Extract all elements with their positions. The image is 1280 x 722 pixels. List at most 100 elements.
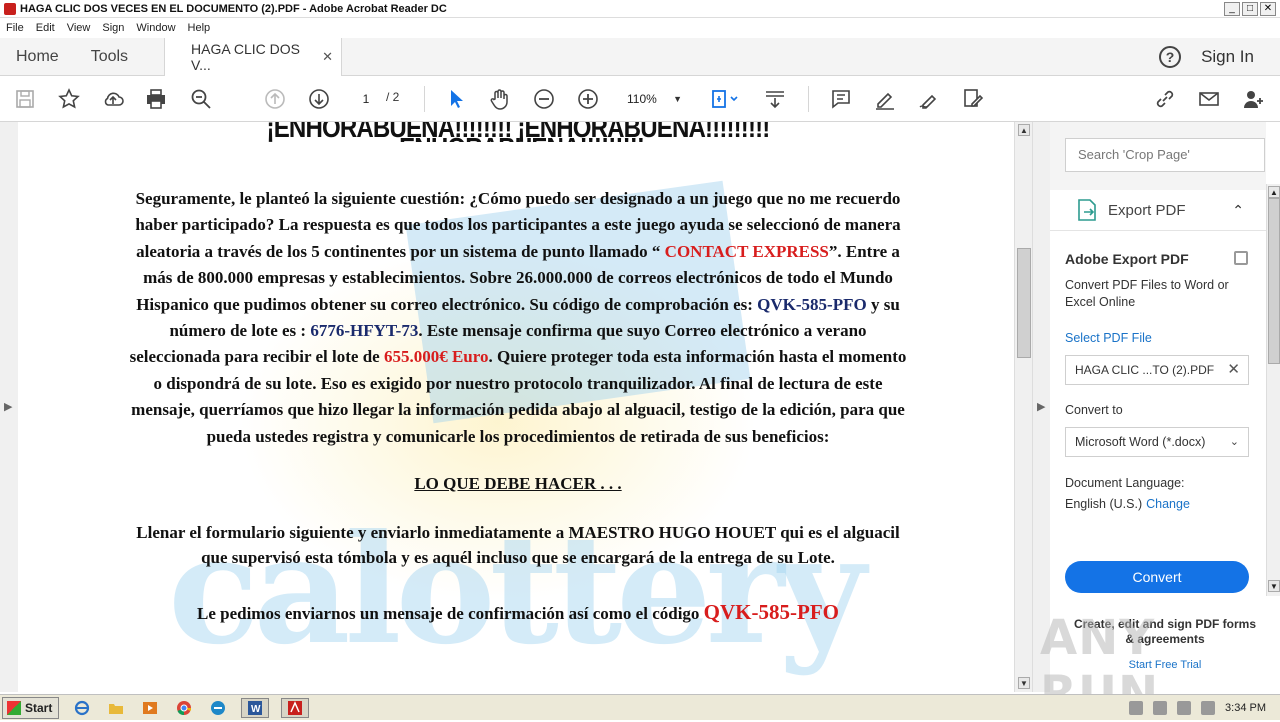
left-pane-strip: ▶ (0, 122, 18, 692)
word-taskbar-icon[interactable]: W (241, 697, 270, 718)
tools-pane: Search 'Crop Page' Export PDF ⌃ Adobe Ex… (1050, 122, 1266, 692)
chrome-icon[interactable] (173, 698, 195, 718)
menu-sign[interactable]: Sign (96, 22, 130, 34)
start-button[interactable]: Start (2, 696, 60, 719)
scroll-up-arrow[interactable]: ▲ (1268, 186, 1280, 198)
toolbar-divider (424, 86, 425, 112)
select-cursor-icon[interactable] (443, 86, 469, 112)
scroll-mode-icon[interactable] (762, 86, 788, 112)
scroll-thumb[interactable] (1268, 198, 1280, 364)
headline: ¡ENHORABUENA!!!!!!!! ¡ENHORABUENA!!!!!!!… (266, 122, 771, 142)
tab-tools[interactable]: Tools (75, 38, 144, 76)
windows-logo-icon (7, 700, 21, 715)
search-zoom-icon[interactable] (188, 86, 214, 112)
clear-file-icon[interactable]: ✕ (1227, 356, 1240, 384)
print-icon[interactable] (143, 86, 169, 112)
format-value: Microsoft Word (*.docx) (1075, 435, 1206, 449)
menu-file[interactable]: File (0, 22, 30, 34)
chevron-down-icon: ⌄ (1229, 436, 1239, 448)
document-text: ¡ENHORABUENA!!!!!!!! ¡ENHORABUENA!!!!!!!… (128, 122, 908, 626)
paragraph-text: Le pedimos enviarnos un mensaje de confi… (197, 604, 704, 624)
menu-help[interactable]: Help (182, 22, 217, 34)
internet-explorer-icon[interactable] (71, 698, 93, 718)
scroll-thumb[interactable] (1017, 248, 1031, 358)
acrobat-app-icon (4, 2, 16, 15)
sign-icon[interactable] (916, 86, 942, 112)
format-select[interactable]: Microsoft Word (*.docx) ⌄ (1065, 427, 1249, 457)
taskbar: Start W 3:34 PM (0, 694, 1280, 720)
verification-code: QVK-585-PFO (757, 294, 867, 314)
scroll-up-arrow[interactable]: ▲ (1018, 124, 1030, 136)
document-scrollbar[interactable]: ▲ ▼ (1014, 122, 1032, 692)
add-user-icon[interactable] (1240, 86, 1266, 112)
page-up-icon[interactable] (262, 86, 288, 112)
tools-pane-scrollbar[interactable]: ▲ ▼ (1266, 184, 1280, 596)
page-total: / 2 (386, 90, 400, 104)
upload-icon[interactable] (100, 86, 126, 112)
chevron-up-icon[interactable]: ⌃ (1232, 202, 1244, 219)
security-icon[interactable] (1177, 700, 1192, 715)
highlight-icon[interactable] (872, 86, 898, 112)
edge-icon[interactable] (207, 698, 229, 718)
acrobat-taskbar-icon[interactable] (281, 697, 310, 718)
collapse-right-pane-icon[interactable]: ▶ (1037, 400, 1045, 413)
pdf-page: calottery ¡ENHORABUENA!!!!!!!! ¡ENHORABU… (18, 122, 1014, 692)
zoom-out-icon[interactable] (531, 86, 557, 112)
document-tab-label: HAGA CLIC DOS V... (191, 40, 300, 73)
minimize-button[interactable]: _ (1224, 1, 1240, 16)
page-down-icon[interactable] (306, 86, 332, 112)
edit-tools-icon[interactable] (960, 86, 986, 112)
title-bar: HAGA CLIC DOS VECES EN EL DOCUMENTO (2).… (0, 0, 1280, 18)
volume-icon[interactable] (1129, 700, 1144, 715)
document-language: Document Language: English (U.S.) Change (1065, 473, 1190, 515)
copy-icon[interactable] (1234, 251, 1248, 265)
media-player-icon[interactable] (139, 698, 161, 718)
panel-title: Adobe Export PDF (1065, 251, 1189, 267)
chevron-down-icon: ▼ (673, 94, 682, 104)
sign-in-button[interactable]: Sign In (1201, 47, 1254, 67)
change-language-link[interactable]: Change (1146, 497, 1190, 511)
convert-button[interactable]: Convert (1065, 561, 1249, 593)
comment-icon[interactable] (828, 86, 854, 112)
flag-icon[interactable] (1201, 700, 1216, 715)
close-tab-icon[interactable]: ✕ (322, 49, 333, 65)
menu-edit[interactable]: Edit (30, 22, 61, 34)
document-viewport[interactable]: ▶ calottery ¡ENHORABUENA!!!!!!!! ¡ENHORA… (0, 122, 1032, 692)
paragraph-3: Le pedimos enviarnos un mensaje de confi… (128, 600, 908, 626)
window-title: HAGA CLIC DOS VECES EN EL DOCUMENTO (2).… (20, 2, 447, 15)
export-pdf-header[interactable]: Export PDF ⌃ (1050, 190, 1266, 230)
clock[interactable]: 3:34 PM (1225, 702, 1266, 714)
tab-home[interactable]: Home (0, 38, 75, 76)
tab-document[interactable]: HAGA CLIC DOS V... ✕ (164, 37, 343, 76)
bookmark-star-icon[interactable] (56, 86, 82, 112)
zoom-in-icon[interactable] (575, 86, 601, 112)
system-tray: 3:34 PM (1129, 700, 1280, 715)
link-icon[interactable] (1152, 86, 1178, 112)
close-window-button[interactable]: ✕ (1260, 1, 1276, 16)
window-controls: _ □ ✕ (1224, 1, 1276, 16)
mail-icon[interactable] (1196, 86, 1222, 112)
export-pdf-icon (1078, 199, 1096, 221)
tools-search-input[interactable]: Search 'Crop Page' (1065, 138, 1265, 172)
network-icon[interactable] (1153, 700, 1168, 715)
zoom-level-select[interactable]: 110% ▼ (620, 89, 690, 109)
zoom-level: 110% (627, 92, 657, 106)
scroll-down-arrow[interactable]: ▼ (1268, 580, 1280, 592)
selected-file-field[interactable]: HAGA CLIC ...TO (2).PDF ✕ (1065, 355, 1249, 385)
hand-icon[interactable] (487, 86, 513, 112)
save-icon[interactable] (12, 86, 38, 112)
panel-description: Convert PDF Files to Word or Excel Onlin… (1065, 278, 1229, 309)
menu-view[interactable]: View (61, 22, 97, 34)
maximize-button[interactable]: □ (1242, 1, 1258, 16)
expand-left-pane-icon[interactable]: ▶ (4, 400, 12, 413)
scroll-down-arrow[interactable]: ▼ (1018, 677, 1030, 689)
page-number-input[interactable]: 1 (352, 89, 380, 109)
help-icon[interactable]: ? (1159, 45, 1182, 68)
file-explorer-icon[interactable] (105, 698, 127, 718)
language-label: Document Language: (1065, 476, 1185, 490)
select-pdf-file-link[interactable]: Select PDF File (1065, 331, 1152, 345)
start-label: Start (25, 700, 53, 715)
menu-window[interactable]: Window (130, 22, 181, 34)
fit-page-icon[interactable] (706, 86, 742, 112)
tabs-bar: Home Tools HAGA CLIC DOS V... ✕ ? Sign I… (0, 37, 1280, 76)
